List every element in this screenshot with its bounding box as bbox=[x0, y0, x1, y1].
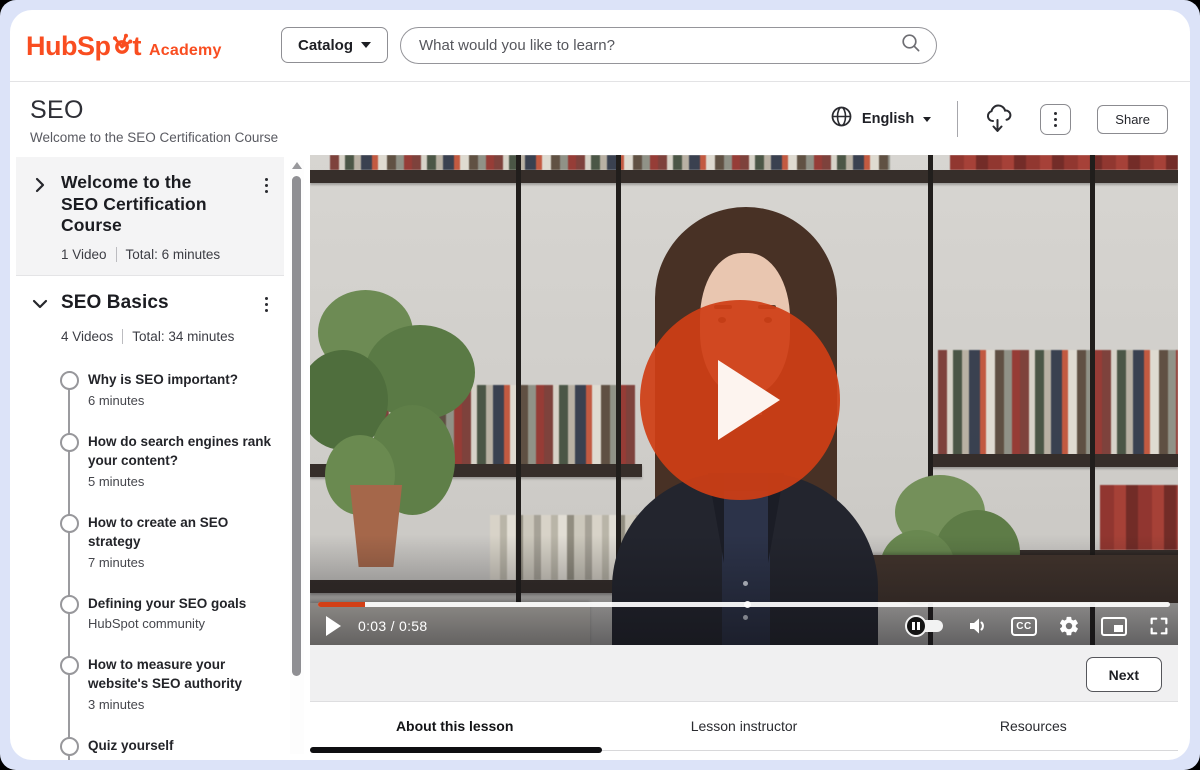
section-menu-icon[interactable] bbox=[259, 172, 274, 199]
settings-button[interactable] bbox=[1058, 615, 1080, 637]
course-title-block: SEO Welcome to the SEO Certification Cou… bbox=[30, 96, 278, 145]
closed-captions-button[interactable]: CC bbox=[1011, 617, 1037, 636]
brand-text-suffix: t bbox=[133, 31, 142, 62]
lesson-item-defining-seo-goals[interactable]: Defining your SEO goals HubSpot communit… bbox=[16, 595, 284, 657]
catalog-label: Catalog bbox=[298, 37, 353, 54]
time-display: 0:03 / 0:58 bbox=[358, 618, 427, 634]
volume-icon bbox=[966, 614, 990, 638]
cloud-download-icon bbox=[984, 103, 1014, 135]
section-meta: 4 Videos Total: 34 minutes bbox=[61, 329, 274, 344]
progress-fill bbox=[318, 602, 365, 607]
next-button[interactable]: Next bbox=[1086, 657, 1162, 692]
language-selector[interactable]: English bbox=[830, 105, 931, 133]
language-label: English bbox=[862, 111, 914, 127]
header-divider bbox=[957, 101, 958, 137]
autoplay-toggle[interactable] bbox=[905, 615, 945, 637]
academy-label: Academy bbox=[149, 42, 222, 60]
catalog-dropdown-button[interactable]: Catalog bbox=[281, 27, 388, 63]
fullscreen-button[interactable] bbox=[1148, 615, 1170, 637]
scrollbar-thumb[interactable] bbox=[292, 176, 301, 676]
lesson-item-search-engines-rank[interactable]: How do search engines rank your content?… bbox=[16, 433, 284, 514]
lesson-navigation-bar: Next bbox=[310, 645, 1178, 702]
meta-divider bbox=[116, 247, 117, 262]
bookshelf-books bbox=[950, 155, 1178, 170]
search-input[interactable] bbox=[419, 37, 900, 54]
scrollbar-up-arrow-icon[interactable] bbox=[292, 162, 302, 169]
hubspot-academy-logo[interactable]: HubSp t Academy bbox=[26, 29, 222, 62]
search-icon[interactable] bbox=[900, 32, 922, 59]
progress-midpoint-marker bbox=[744, 601, 751, 608]
hubspot-sprocket-icon bbox=[111, 32, 133, 63]
bookshelf-board bbox=[930, 454, 1178, 467]
tab-about-this-lesson[interactable]: About this lesson bbox=[310, 702, 599, 750]
page-subtitle: Welcome to the SEO Certification Course bbox=[30, 130, 278, 145]
search-bar[interactable] bbox=[400, 27, 937, 64]
section-meta: 1 Video Total: 6 minutes bbox=[61, 247, 274, 262]
page-title: SEO bbox=[30, 96, 278, 125]
chevron-down-icon bbox=[361, 42, 371, 48]
fullscreen-icon bbox=[1148, 615, 1170, 637]
bookshelf-books bbox=[330, 155, 890, 170]
course-section-seo-basics[interactable]: SEO Basics 4 Videos Total: 34 minutes bbox=[16, 276, 284, 357]
lesson-list: Why is SEO important? 6 minutes How do s… bbox=[16, 357, 284, 760]
lesson-item-create-seo-strategy[interactable]: How to create an SEO strategy 7 minutes bbox=[16, 514, 284, 595]
bookshelf-board bbox=[310, 170, 1178, 183]
sidebar-scrollbar[interactable] bbox=[290, 160, 304, 754]
lesson-tabs: About this lesson Lesson instructor Reso… bbox=[310, 702, 1178, 751]
play-control-icon[interactable] bbox=[326, 616, 341, 636]
section-title: Welcome to the SEO Certification Course bbox=[61, 172, 221, 237]
section-menu-icon[interactable] bbox=[259, 291, 274, 318]
share-button[interactable]: Share bbox=[1097, 105, 1168, 134]
more-options-button[interactable] bbox=[1040, 104, 1071, 135]
section-video-count: 4 Videos bbox=[61, 329, 113, 344]
miniplayer-button[interactable] bbox=[1101, 617, 1127, 636]
section-total-time: Total: 34 minutes bbox=[132, 329, 234, 344]
page-background: HubSp t Academy Catalog bbox=[0, 0, 1200, 770]
video-controls: 0:03 / 0:58 CC bbox=[318, 611, 1170, 641]
globe-icon bbox=[830, 105, 853, 133]
tab-resources[interactable]: Resources bbox=[889, 702, 1178, 750]
bookshelf-books bbox=[938, 350, 1178, 455]
gear-icon bbox=[1058, 615, 1080, 637]
section-video-count: 1 Video bbox=[61, 247, 107, 262]
pip-icon bbox=[1114, 625, 1123, 632]
tab-lesson-instructor[interactable]: Lesson instructor bbox=[599, 702, 888, 750]
lesson-item-measure-seo-authority[interactable]: How to measure your website's SEO author… bbox=[16, 656, 284, 737]
course-outline-sidebar: Welcome to the SEO Certification Course … bbox=[16, 157, 284, 760]
active-tab-indicator bbox=[310, 747, 602, 753]
lesson-item-quiz-yourself[interactable]: Quiz yourself 4 questions bbox=[16, 737, 284, 760]
app-window: HubSp t Academy Catalog bbox=[10, 10, 1190, 760]
video-progress-bar[interactable] bbox=[318, 602, 1170, 607]
video-player[interactable]: 0:03 / 0:58 CC bbox=[310, 155, 1178, 645]
section-title: SEO Basics bbox=[61, 291, 248, 315]
section-total-time: Total: 6 minutes bbox=[126, 247, 221, 262]
play-icon bbox=[718, 360, 780, 440]
lesson-item-why-seo-important[interactable]: Why is SEO important? 6 minutes bbox=[16, 371, 284, 433]
chevron-down-icon bbox=[923, 117, 931, 122]
volume-button[interactable] bbox=[966, 614, 990, 638]
top-navigation-bar: HubSp t Academy Catalog bbox=[10, 10, 1190, 82]
brand-text: HubSp bbox=[26, 31, 111, 62]
pause-icon bbox=[905, 615, 927, 637]
course-section-welcome[interactable]: Welcome to the SEO Certification Course … bbox=[16, 157, 284, 276]
download-button[interactable] bbox=[984, 103, 1014, 135]
play-button[interactable] bbox=[640, 300, 840, 500]
course-header-controls: English Share bbox=[830, 101, 1168, 137]
course-header: SEO Welcome to the SEO Certification Cou… bbox=[10, 83, 1190, 155]
meta-divider bbox=[122, 329, 123, 344]
chevron-right-icon[interactable] bbox=[32, 175, 50, 237]
chevron-down-icon[interactable] bbox=[32, 294, 50, 319]
